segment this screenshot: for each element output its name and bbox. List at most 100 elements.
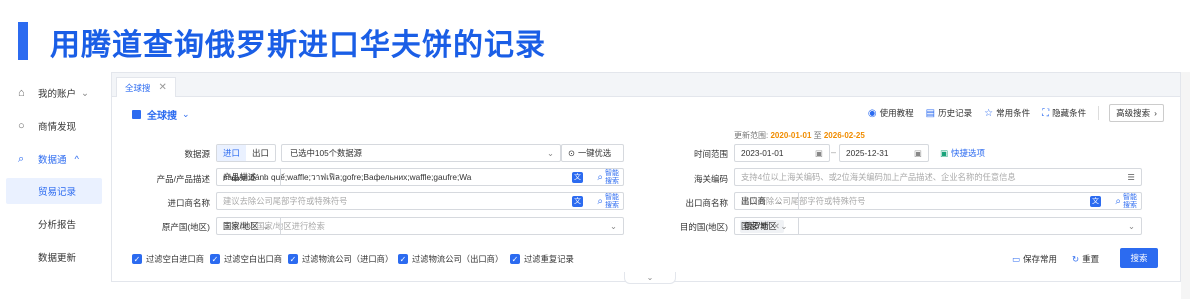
start-date-input[interactable]: 2023-01-01 ▣: [734, 144, 830, 162]
compass-icon: ○: [18, 120, 25, 132]
sidebar-item-data-update[interactable]: 数据更新: [6, 244, 102, 270]
filter-checkbox[interactable]: ✓ 过滤空白出口商: [210, 253, 282, 265]
smart-search-button[interactable]: ⌕ 智能 搜索: [597, 170, 619, 185]
history-icon: ▤: [925, 107, 936, 119]
origin-field: 国家/地区 ⌄ 支持输入国家/地区进行检索 ⌄: [216, 217, 624, 235]
translate-icon[interactable]: 文: [572, 171, 583, 183]
chevron-down-icon: ⌄: [780, 221, 788, 231]
chevron-down-icon: ⌄: [610, 221, 617, 231]
chevron-down-icon: ⌄: [182, 109, 190, 119]
sidebar-item-discovery[interactable]: ○ 商情发现: [6, 113, 102, 139]
sidebar-item-account[interactable]: ⌂ 我的账户 ⌄: [6, 80, 102, 106]
reset-button[interactable]: ↻ 重置: [1072, 253, 1099, 265]
export-toggle[interactable]: 出口: [246, 145, 275, 161]
end-date-input[interactable]: 2025-12-31 ▣: [839, 144, 929, 162]
chevron-down-icon: ⌄: [1128, 221, 1135, 231]
chevron-down-icon: ⌄: [81, 87, 89, 99]
magnifier-icon: ⌕: [597, 196, 603, 207]
importer-input[interactable]: 建议去除公司尾部字符或特殊符号: [223, 195, 347, 207]
filter-checkbox[interactable]: ✓ 过滤物流公司（出口商）: [398, 253, 503, 265]
page-title: 用腾道查询俄罗斯进口华夫饼的记录: [50, 29, 546, 62]
toolbar: ◉ 使用教程 ▤ 历史记录 ☆ 常用条件 ⛶ 隐藏条件 高级搜索 ›: [856, 104, 1164, 122]
filter-checkbox[interactable]: ✓ 过滤物流公司（进口商）: [288, 253, 393, 265]
calendar-icon: ▣: [815, 148, 823, 158]
destination-field: 国家/地区 ⌄ 俄罗斯 ✕ ⌄: [734, 217, 1142, 235]
search-panel: 全球搜 ✕ 全球搜 ⌄ ◉ 使用教程 ▤ 历史记录 ☆ 常用条件 ⛶ 隐藏条件 高级搜索…: [111, 72, 1181, 284]
sidebar-item-analysis[interactable]: 分析报告: [6, 211, 102, 237]
save-icon: ▭: [1012, 253, 1021, 264]
hscode-label: 海关编码: [693, 174, 728, 184]
divider: [1098, 106, 1100, 120]
scrollbar[interactable]: [1181, 72, 1190, 299]
date-separator: –: [831, 147, 837, 157]
header-accent-bar: [18, 22, 28, 60]
history-button[interactable]: ▤ 历史记录: [926, 107, 972, 119]
globe-icon: [132, 110, 141, 119]
product-field: 产品描述 ⌄ вафля;bánh quế;waffle;วาฟเฟิล;gof…: [216, 168, 624, 186]
product-label: 产品/产品描述: [156, 174, 210, 184]
chevron-down-icon: ⌄: [646, 273, 654, 282]
chevron-down-icon: ⌄: [262, 172, 270, 182]
tutorial-button[interactable]: ◉ 使用教程: [868, 107, 914, 119]
scope-selector[interactable]: 全球搜 ⌄: [132, 107, 190, 122]
hscode-input[interactable]: 支持4位以上海关编码、或2位海关编码加上产品描述、企业名称的任意信息: [741, 171, 1016, 183]
exporter-type-select[interactable]: 出口商 ⌄: [735, 193, 799, 209]
chevron-down-icon: ⌄: [262, 221, 270, 231]
destination-type-select[interactable]: 国家/地区 ⌄: [735, 218, 799, 234]
exporter-label: 出口商名称: [685, 198, 728, 208]
check-circle-icon: ⊙: [568, 148, 575, 158]
star-icon: ☆: [984, 107, 994, 119]
chevron-down-icon: ⌄: [775, 196, 783, 206]
tab-bar: 全球搜 ✕: [112, 73, 1180, 97]
filter-checkbox[interactable]: ✓ 过滤空白进口商: [132, 253, 204, 265]
import-toggle[interactable]: 进口: [217, 145, 247, 161]
quick-select-link[interactable]: ▣ 快捷选项: [940, 147, 985, 159]
filter-checkbox[interactable]: ✓ 过滤重复记录: [510, 253, 574, 265]
list-icon[interactable]: ☰: [1128, 172, 1135, 182]
check-icon: ✓: [132, 254, 142, 264]
chevron-right-icon: ›: [1154, 108, 1157, 118]
origin-type-select[interactable]: 国家/地区 ⌄: [217, 218, 281, 234]
smart-search-button[interactable]: ⌕ 智能 搜索: [1115, 194, 1137, 209]
datasource-label: 数据源: [184, 149, 210, 159]
help-icon: ◉: [867, 107, 877, 119]
sidebar-item-datatong[interactable]: ⌕ 数据通 ^: [6, 146, 102, 172]
translate-icon[interactable]: 文: [572, 195, 583, 207]
hide-conditions-button[interactable]: ⛶ 隐藏条件: [1042, 107, 1086, 119]
collapse-toggle[interactable]: ⌄: [624, 272, 676, 284]
chevron-up-icon: ^: [74, 153, 79, 165]
sidebar: ⌂ 我的账户 ⌄ ○ 商情发现 ⌕ 数据通 ^ 贸易记录 分析报告 数据更新: [0, 72, 108, 299]
advanced-search-button[interactable]: 高级搜索 ›: [1109, 104, 1164, 122]
chevron-down-icon: ⌄: [547, 148, 554, 158]
magnifier-icon: ⌕: [1115, 196, 1121, 207]
collapse-icon: ⛶: [1042, 107, 1050, 119]
quick-select-icon: ▣: [940, 147, 949, 158]
save-common-button[interactable]: ▭ 保存常用: [1012, 253, 1057, 265]
hscode-field: 支持4位以上海关编码、或2位海关编码加上产品描述、企业名称的任意信息 ☰: [734, 168, 1142, 186]
magnifier-icon: ⌕: [597, 172, 603, 183]
close-icon[interactable]: ✕: [159, 82, 167, 93]
importer-label: 进口商名称: [167, 198, 210, 208]
exporter-field: 出口商 ⌄ 建议去除公司尾部字符或特殊符号 文 ⌕ 智能 搜索: [734, 192, 1142, 210]
update-range: 更新范围: 2020-01-01 至 2026-02-25: [734, 131, 865, 140]
importer-field: 建议去除公司尾部字符或特殊符号 文 ⌕ 智能 搜索: [216, 192, 624, 210]
datasource-select[interactable]: 已选中105个数据源 ⌄: [281, 144, 561, 162]
smart-search-button[interactable]: ⌕ 智能 搜索: [597, 194, 619, 209]
home-icon: ⌂: [18, 87, 25, 99]
origin-label: 原产国(地区): [161, 222, 210, 232]
search-icon: ⌕: [18, 152, 25, 165]
search-button[interactable]: 搜索: [1120, 248, 1158, 268]
sidebar-item-trade-records[interactable]: 贸易记录: [6, 178, 102, 204]
tab-global-search[interactable]: 全球搜 ✕: [116, 77, 176, 97]
refresh-icon: ↻: [1072, 253, 1080, 264]
one-click-button[interactable]: ⊙ 一键优选: [561, 144, 624, 162]
product-type-select[interactable]: 产品描述 ⌄: [217, 169, 281, 185]
check-icon: ✓: [398, 254, 408, 264]
import-export-toggle: 进口 出口: [216, 144, 277, 162]
check-icon: ✓: [288, 254, 298, 264]
calendar-icon: ▣: [914, 148, 922, 158]
translate-icon[interactable]: 文: [1090, 195, 1101, 207]
common-conditions-button[interactable]: ☆ 常用条件: [984, 107, 1030, 119]
check-icon: ✓: [510, 254, 520, 264]
page-header: 用腾道查询俄罗斯进口华夫饼的记录: [0, 0, 1190, 72]
